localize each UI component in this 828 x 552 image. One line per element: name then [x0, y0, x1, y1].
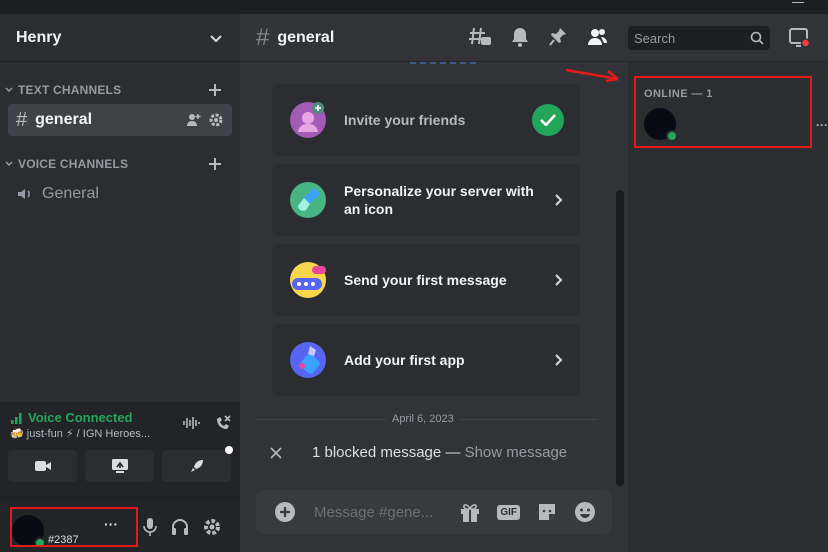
add-channel-icon[interactable]	[206, 81, 224, 99]
channel-name: General	[42, 185, 99, 202]
onboarding-card-invite[interactable]: Invite your friends	[272, 84, 580, 156]
paintbrush-icon	[290, 182, 326, 218]
onboarding-card-personalize[interactable]: Personalize your server with an icon	[272, 164, 580, 236]
scrollbar[interactable]	[616, 190, 624, 486]
bell-icon[interactable]	[510, 26, 530, 48]
channel-item-general[interactable]: # general	[8, 104, 232, 136]
server-name: Henry	[16, 28, 62, 46]
card-label: Invite your friends	[344, 112, 466, 128]
chevron-right-icon	[555, 274, 563, 286]
close-icon[interactable]	[268, 445, 284, 461]
search-placeholder: Search	[634, 30, 676, 46]
pin-icon[interactable]	[548, 26, 568, 48]
message-composer[interactable]: Message #gene... GIF	[256, 490, 612, 534]
date-divider: April 6, 2023	[386, 413, 460, 425]
hashtag-icon: #	[16, 108, 28, 131]
voice-status-text[interactable]: Voice Connected	[28, 410, 133, 425]
channel-item-voice-general[interactable]: General	[8, 178, 232, 210]
disconnect-icon[interactable]	[214, 414, 232, 432]
gear-icon[interactable]	[208, 112, 224, 128]
camera-button[interactable]	[8, 450, 77, 482]
user-panel: ··· #2387	[0, 498, 240, 552]
emoji-icon[interactable]	[574, 501, 596, 523]
minimize-icon[interactable]	[792, 2, 804, 3]
member-avatar[interactable]	[644, 108, 678, 142]
inbox-icon[interactable]	[788, 26, 810, 48]
signal-icon[interactable]	[10, 411, 24, 425]
member-list-icon[interactable]	[586, 26, 608, 48]
headphones-icon[interactable]	[170, 517, 190, 537]
blocked-message-text: 1 blocked message —	[312, 444, 465, 461]
member-more-dots[interactable]: ···	[816, 118, 828, 132]
chat-bubble-icon	[290, 262, 326, 298]
add-channel-icon[interactable]	[206, 155, 224, 173]
onboarding-card-first-message[interactable]: Send your first message	[272, 244, 580, 316]
screen-share-icon	[111, 459, 128, 473]
rocket-icon	[190, 460, 203, 472]
category-text-channels[interactable]: TEXT CHANNELS	[0, 78, 240, 102]
search-input[interactable]: Search	[628, 26, 770, 50]
card-label: Personalize your server with an icon	[344, 183, 534, 217]
gear-icon[interactable]	[202, 517, 222, 537]
channel-header: # general Search	[240, 14, 828, 62]
gift-icon[interactable]	[459, 501, 481, 523]
card-label: Add your first app	[344, 352, 465, 368]
sticker-icon[interactable]	[536, 501, 558, 523]
microphone-icon[interactable]	[142, 517, 158, 537]
chevron-right-icon	[555, 194, 563, 206]
window-titlebar	[0, 0, 828, 14]
voice-connection-panel: Voice Connected 🍻 just-fun ⚡ / IGN Heroe…	[0, 402, 240, 498]
username-dots: ···	[104, 516, 118, 532]
show-message-link[interactable]: Show message	[465, 444, 568, 461]
online-status-icon	[666, 130, 678, 142]
add-member-icon[interactable]	[186, 112, 202, 128]
category-voice-channels[interactable]: VOICE CHANNELS	[0, 152, 240, 176]
chevron-down-icon	[5, 161, 13, 167]
server-header[interactable]: Henry	[0, 14, 240, 62]
invite-friends-icon	[290, 102, 326, 138]
discord-app: Henry TEXT CHANNELS # general VOICE CHAN…	[0, 0, 828, 552]
decorative-line	[410, 62, 476, 64]
message-input-placeholder[interactable]: Message #gene...	[314, 504, 459, 521]
activities-button[interactable]	[162, 446, 233, 482]
channel-name: general	[35, 111, 93, 128]
user-tag[interactable]: #2387	[48, 534, 79, 546]
annotation-arrow-icon	[565, 68, 619, 83]
hashtag-icon: #	[256, 23, 270, 51]
speaker-icon	[18, 189, 30, 199]
noise-suppression-icon[interactable]	[182, 414, 200, 432]
category-label: TEXT CHANNELS	[18, 83, 122, 97]
online-section-label: ONLINE — 1	[644, 88, 713, 100]
checkmark-icon	[532, 104, 564, 136]
blocked-message-row: 1 blocked message — Show message	[268, 444, 567, 461]
gif-button[interactable]: GIF	[497, 504, 520, 520]
onboarding-card-add-app[interactable]: Add your first app	[272, 324, 580, 396]
chevron-down-icon	[5, 87, 13, 93]
channel-title: general	[277, 28, 335, 46]
chevron-down-icon	[210, 34, 222, 42]
add-attachment-icon[interactable]	[274, 501, 296, 523]
screen-share-button[interactable]	[85, 450, 154, 482]
category-label: VOICE CHANNELS	[18, 157, 129, 171]
app-wrench-icon	[290, 342, 326, 378]
card-label: Send your first message	[344, 272, 507, 288]
chevron-right-icon	[555, 354, 563, 366]
video-camera-icon	[34, 461, 51, 471]
notification-dot	[225, 446, 233, 454]
onboarding-checklist: Invite your friends Personalize your ser…	[272, 84, 580, 404]
threads-icon[interactable]	[468, 26, 492, 48]
voice-channel-detail[interactable]: 🍻 just-fun ⚡ / IGN Heroes...	[10, 427, 170, 440]
search-icon	[750, 31, 764, 45]
